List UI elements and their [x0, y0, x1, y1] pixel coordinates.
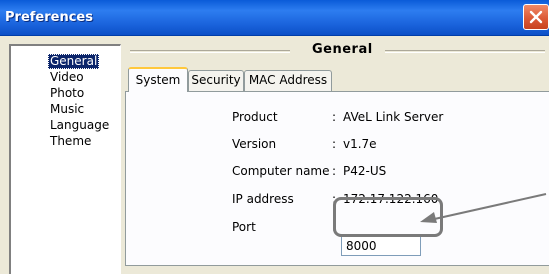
computer-name-label: Computer name [232, 164, 330, 178]
sidebar-item-music[interactable]: Music [48, 102, 86, 117]
product-value: AVeL Link Server [343, 110, 444, 124]
version-value: v1.7e [343, 137, 377, 151]
version-label: Version [232, 137, 277, 151]
product-colon: : [332, 110, 337, 124]
system-tab-panel: Product : AVeL Link Server Version : v1.… [125, 91, 549, 266]
tab-system[interactable]: System [128, 67, 188, 92]
product-label: Product [232, 110, 278, 124]
title-bar: Preferences [0, 0, 549, 36]
section-title: General [312, 42, 373, 57]
section-divider-right [385, 50, 545, 53]
port-input[interactable] [341, 236, 421, 256]
category-list[interactable]: General Video Photo Music Language Theme [9, 44, 121, 274]
version-colon: : [332, 137, 337, 151]
sidebar-item-language[interactable]: Language [48, 118, 111, 133]
computer-name-colon: : [332, 164, 337, 178]
sidebar-item-photo[interactable]: Photo [48, 86, 86, 101]
tab-security[interactable]: Security [188, 70, 244, 91]
computer-name-value: P42-US [343, 164, 387, 178]
sidebar-item-video[interactable]: Video [48, 70, 86, 85]
sidebar-item-general[interactable]: General [48, 54, 100, 69]
sidebar-item-theme[interactable]: Theme [48, 134, 93, 149]
tab-mac-address[interactable]: MAC Address [244, 70, 332, 91]
close-icon [529, 10, 543, 24]
ip-address-label: IP address [232, 192, 294, 206]
section-divider-left [130, 50, 290, 53]
port-label: Port [232, 220, 256, 234]
close-button[interactable] [523, 4, 549, 30]
window-title: Preferences [5, 10, 93, 25]
arrow-icon [420, 193, 547, 223]
